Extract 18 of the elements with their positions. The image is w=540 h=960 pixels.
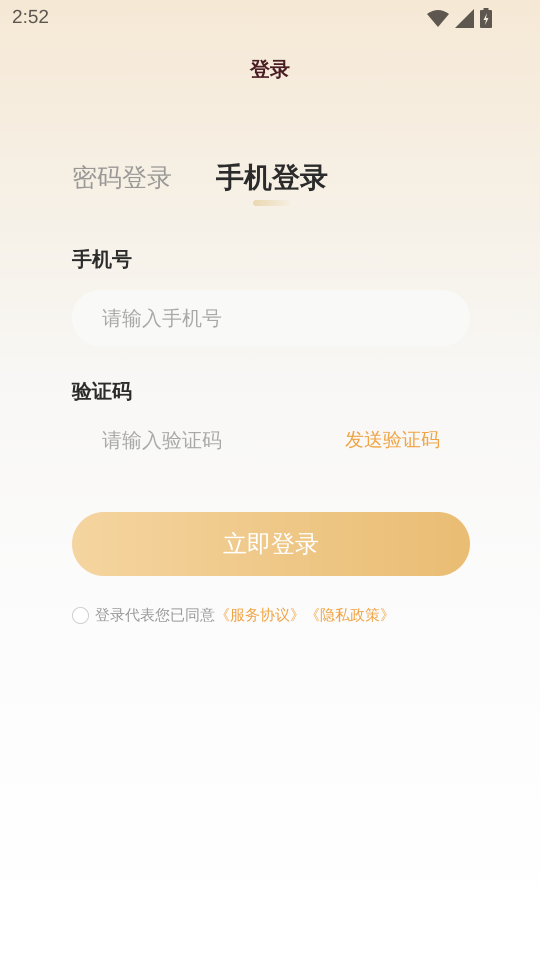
tab[interactable]: 手机登录 <box>216 160 328 196</box>
send-code-button[interactable]: 发送验证码 <box>345 427 470 453</box>
field-label: 手机号 <box>72 246 133 273</box>
agreement-text: 登录代表您已同意《服务协议》《隐私政策》 <box>95 606 395 625</box>
agree-checkbox[interactable] <box>72 607 89 624</box>
tab-indicator <box>253 200 291 206</box>
agreement-link[interactable]: 《服务协议》 <box>215 606 305 624</box>
wifi-icon <box>427 10 449 26</box>
input-field[interactable]: 请输入手机号 <box>72 290 470 346</box>
status-time: 2:52 <box>12 7 49 29</box>
tab[interactable]: 密码登录 <box>72 160 172 196</box>
input-field[interactable]: 请输入验证码 <box>72 412 345 468</box>
signal-icon <box>455 8 474 28</box>
field-label: 验证码 <box>72 378 133 405</box>
login-button[interactable]: 立即登录 <box>72 512 470 576</box>
page-title: 登录 <box>248 56 291 83</box>
battery-icon <box>480 8 492 28</box>
agreement-link[interactable]: 《隐私政策》 <box>305 606 395 624</box>
